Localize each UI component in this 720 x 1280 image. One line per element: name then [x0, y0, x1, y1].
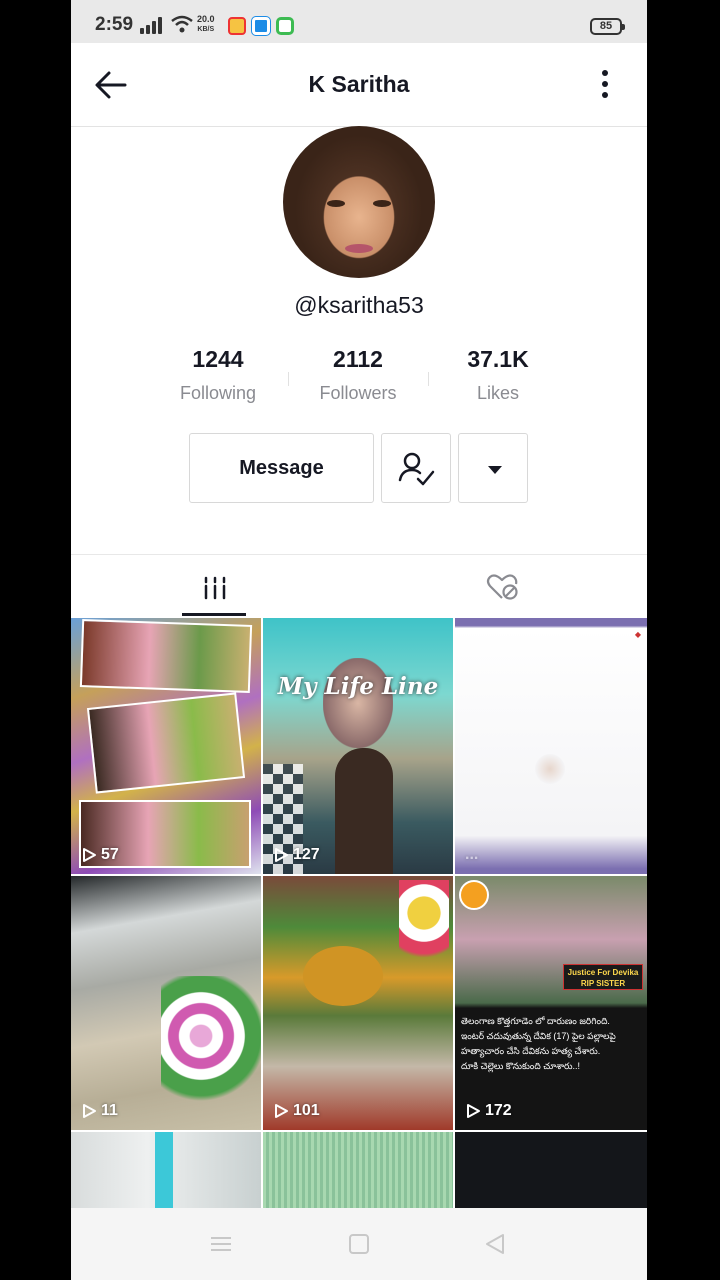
play-icon [275, 1104, 288, 1118]
stat-following[interactable]: 1244 Following [148, 346, 288, 404]
videos-grid-icon [204, 576, 226, 600]
nav-home-button[interactable] [347, 1232, 371, 1256]
play-icon [83, 848, 96, 862]
tab-videos[interactable] [71, 555, 359, 619]
followers-count: 2112 [333, 346, 383, 372]
view-count-text: ... [465, 846, 479, 863]
following-label: Following [179, 383, 257, 403]
banner-line-2: RIP SISTER [580, 979, 626, 988]
overlay-text-line: దూకి చెల్లెలు కొనుకుంది చూశారు..! [461, 1061, 580, 1071]
video-tile[interactable]: Justice For Devika RIP SISTER తెలంగాణ కొ… [455, 876, 647, 1130]
video-tile[interactable]: ◆ ... [455, 618, 647, 874]
view-count: ... [465, 846, 478, 864]
avatar[interactable] [283, 126, 435, 278]
menu-icon [211, 1237, 231, 1251]
profile-header: K Saritha [71, 43, 647, 127]
battery-icon: 85 [590, 18, 625, 35]
play-icon [83, 1104, 96, 1118]
caret-down-icon [488, 466, 502, 474]
play-icon [275, 848, 288, 862]
view-count: 57 [81, 846, 119, 864]
wifi-icon [171, 14, 193, 34]
network-speed: 20.0 KB/S [197, 15, 215, 34]
view-count-text: 101 [293, 1102, 320, 1119]
back-triangle-icon [486, 1234, 504, 1254]
play-icon [467, 1104, 480, 1118]
stat-followers[interactable]: 2112 Followers [288, 346, 428, 404]
network-speed-value: 20.0 [197, 14, 215, 24]
overlay-text-line: తెలంగాణ కొత్తగూడెం లో దారుణం జరిగింది. [461, 1016, 610, 1026]
video-tile[interactable] [455, 1132, 647, 1208]
more-options-button[interactable] [595, 67, 615, 105]
message-notification-icon [276, 17, 294, 35]
active-tab-indicator [182, 613, 246, 616]
view-count: 127 [273, 846, 320, 864]
video-tile[interactable]: 11 [71, 876, 261, 1130]
profile-stats: 1244 Following 2112 Followers 37.1K Like… [71, 346, 647, 410]
following-count: 1244 [192, 346, 244, 372]
signal-icon [140, 16, 162, 34]
stat-likes: 37.1K Likes [428, 346, 568, 404]
video-tile[interactable] [71, 1132, 261, 1208]
page-title: K Saritha [308, 71, 410, 97]
app-notification-icon [228, 17, 246, 35]
view-count: 172 [465, 1102, 512, 1120]
video-overlay-text: తెలంగాణ కొత్తగూడెం లో దారుణం జరిగింది. ఇ… [461, 1014, 641, 1074]
video-tile[interactable] [263, 1132, 453, 1208]
view-count-text: 172 [485, 1102, 512, 1119]
profile-tabs [71, 554, 647, 618]
overlay-text-line: హత్యాచారం చేసి దేవికను హత్య చేశారు. [461, 1046, 601, 1056]
more-vertical-icon [595, 70, 615, 98]
view-count-text: 57 [101, 846, 119, 863]
view-count: 11 [81, 1102, 118, 1120]
video-caption: My Life Line [277, 673, 439, 700]
message-button[interactable]: Message [189, 433, 374, 503]
likes-count: 37.1K [467, 346, 529, 372]
user-check-icon [398, 452, 435, 486]
network-speed-unit: KB/S [197, 26, 215, 33]
following-status-button[interactable] [381, 433, 451, 503]
username: @ksaritha53 [294, 292, 424, 318]
view-count-text: 11 [101, 1102, 118, 1119]
view-count-text: 127 [293, 846, 320, 863]
nav-menu-button[interactable] [209, 1232, 233, 1256]
suggested-accounts-dropdown[interactable] [458, 433, 528, 503]
likes-label: Likes [476, 383, 520, 403]
tab-liked[interactable] [359, 555, 647, 619]
video-banner: Justice For Devika RIP SISTER [563, 964, 643, 990]
home-square-icon [349, 1234, 369, 1254]
app-notification-icon [252, 17, 270, 35]
video-tile[interactable]: My Life Line 127 [263, 618, 453, 874]
liked-hidden-icon [486, 574, 518, 600]
overlay-text-line: ఇంటర్ చదువుతున్న దేవిక (17) పైల పల్లాలపై [461, 1031, 616, 1041]
profile-screen: 2:59 20.0 KB/S 85 K Saritha @ksaritha53 [71, 0, 647, 1280]
banner-line-1: Justice For Devika [567, 968, 639, 977]
video-tile[interactable]: 57 [71, 618, 261, 874]
status-bar: 2:59 20.0 KB/S 85 [71, 0, 647, 43]
nav-back-button[interactable] [483, 1232, 507, 1256]
system-nav-bar [71, 1208, 647, 1280]
status-time: 2:59 [95, 14, 134, 35]
video-tile[interactable]: 101 [263, 876, 453, 1130]
followers-label: Followers [319, 383, 397, 403]
view-count: 101 [273, 1102, 320, 1120]
